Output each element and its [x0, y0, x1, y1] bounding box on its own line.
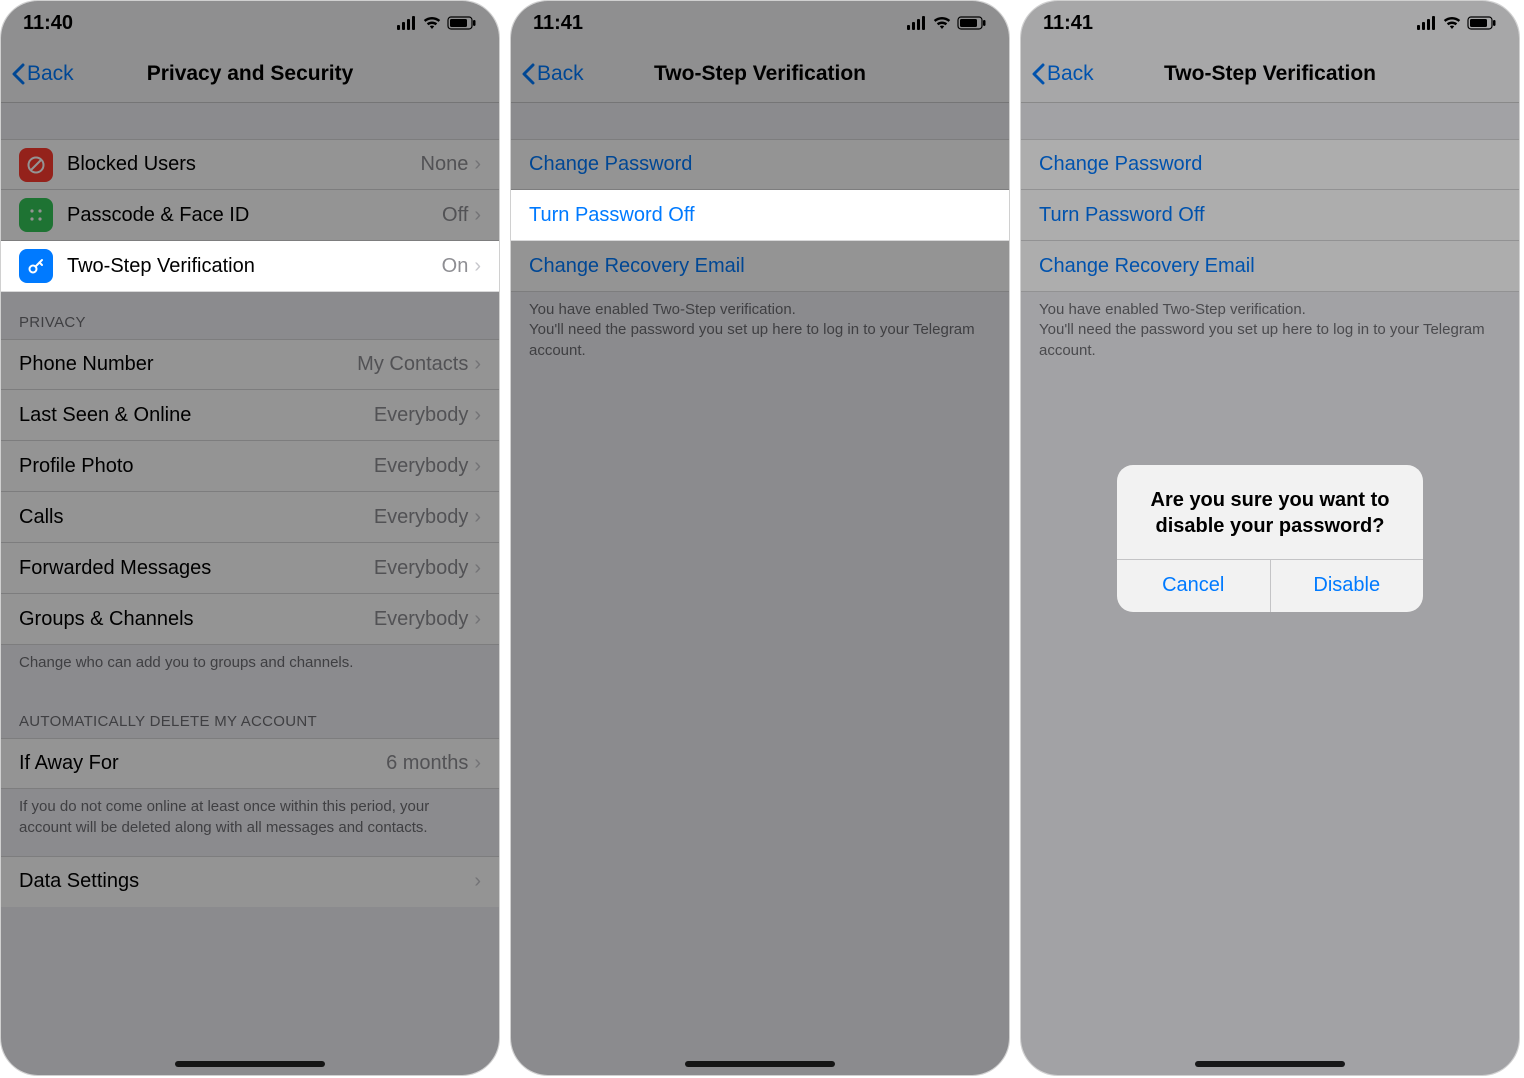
- row-data-settings[interactable]: Data Settings ›: [1, 856, 499, 907]
- row-last-seen[interactable]: Last Seen & Online Everybody ›: [1, 390, 499, 441]
- row-value: My Contacts: [357, 353, 468, 376]
- row-value: Off: [442, 204, 468, 227]
- section-footer-privacy: Change who can add you to groups and cha…: [1, 645, 499, 691]
- row-if-away-for[interactable]: If Away For 6 months ›: [1, 738, 499, 789]
- wifi-icon: [422, 16, 442, 30]
- status-time: 11:40: [23, 12, 73, 35]
- nav-bar: Back Two-Step Verification: [511, 45, 1009, 103]
- row-label: Blocked Users: [67, 153, 421, 176]
- status-bar: 11:41: [511, 1, 1009, 45]
- row-label: Data Settings: [19, 870, 474, 893]
- row-groups-channels[interactable]: Groups & Channels Everybody ›: [1, 594, 499, 645]
- alert-title: Are you sure you want to disable your pa…: [1117, 465, 1423, 559]
- row-value: Everybody: [374, 404, 469, 427]
- battery-icon: [447, 16, 477, 30]
- alert-backdrop: Are you sure you want to disable your pa…: [1021, 1, 1519, 1075]
- home-indicator[interactable]: [175, 1061, 325, 1067]
- back-button[interactable]: Back: [521, 45, 584, 102]
- cellular-icon: [907, 16, 927, 30]
- chevron-right-icon: ›: [474, 204, 481, 227]
- row-forwarded-messages[interactable]: Forwarded Messages Everybody ›: [1, 543, 499, 594]
- page-title: Two-Step Verification: [654, 62, 866, 86]
- battery-icon: [957, 16, 987, 30]
- row-label: Last Seen & Online: [19, 404, 374, 427]
- row-label: Turn Password Off: [529, 204, 991, 227]
- chevron-right-icon: ›: [474, 506, 481, 529]
- row-label: Passcode & Face ID: [67, 204, 442, 227]
- row-value: Everybody: [374, 455, 469, 478]
- key-icon: [19, 249, 53, 283]
- chevron-right-icon: ›: [474, 255, 481, 278]
- cellular-icon: [397, 16, 417, 30]
- row-label: Change Password: [529, 153, 991, 176]
- back-label: Back: [27, 62, 74, 86]
- row-value: 6 months: [386, 752, 468, 775]
- row-phone-number[interactable]: Phone Number My Contacts ›: [1, 339, 499, 390]
- home-indicator[interactable]: [685, 1061, 835, 1067]
- row-change-password[interactable]: Change Password: [511, 139, 1009, 190]
- row-label: Two-Step Verification: [67, 255, 442, 278]
- row-label: Change Recovery Email: [529, 255, 991, 278]
- row-label: Calls: [19, 506, 374, 529]
- back-button[interactable]: Back: [11, 45, 74, 102]
- disable-password-alert: Are you sure you want to disable your pa…: [1117, 465, 1423, 612]
- back-label: Back: [537, 62, 584, 86]
- screen-two-step-verification: 11:41 Back Two-Step Verification Change …: [510, 0, 1010, 1076]
- row-value: Everybody: [374, 506, 469, 529]
- status-time: 11:41: [533, 12, 583, 35]
- status-icons: [907, 16, 987, 30]
- screen-privacy-security: 11:40 Back Privacy and Security Blocked …: [0, 0, 500, 1076]
- row-profile-photo[interactable]: Profile Photo Everybody ›: [1, 441, 499, 492]
- screen-two-step-verification-confirm: 11:41 Back Two-Step Verification Change …: [1020, 0, 1520, 1076]
- row-turn-password-off[interactable]: Turn Password Off: [511, 190, 1009, 241]
- disable-button[interactable]: Disable: [1270, 560, 1424, 612]
- chevron-left-icon: [11, 63, 25, 85]
- row-passcode[interactable]: Passcode & Face ID Off ›: [1, 190, 499, 241]
- chevron-right-icon: ›: [474, 353, 481, 376]
- section-header-auto-delete: Automatically Delete My Account: [1, 691, 499, 738]
- row-value: None: [421, 153, 469, 176]
- chevron-right-icon: ›: [474, 455, 481, 478]
- passcode-icon: [19, 198, 53, 232]
- row-change-recovery-email[interactable]: Change Recovery Email: [511, 241, 1009, 292]
- row-value: Everybody: [374, 557, 469, 580]
- chevron-right-icon: ›: [474, 870, 481, 893]
- cancel-button[interactable]: Cancel: [1117, 560, 1270, 612]
- row-label: Forwarded Messages: [19, 557, 374, 580]
- row-label: Groups & Channels: [19, 608, 374, 631]
- page-title: Privacy and Security: [147, 62, 354, 86]
- nav-bar: Back Privacy and Security: [1, 45, 499, 103]
- row-calls[interactable]: Calls Everybody ›: [1, 492, 499, 543]
- row-label: Phone Number: [19, 353, 357, 376]
- chevron-right-icon: ›: [474, 404, 481, 427]
- section-footer-auto-delete: If you do not come online at least once …: [1, 789, 499, 856]
- row-label: Profile Photo: [19, 455, 374, 478]
- row-value: On: [442, 255, 469, 278]
- chevron-right-icon: ›: [474, 752, 481, 775]
- row-label: If Away For: [19, 752, 386, 775]
- chevron-left-icon: [521, 63, 535, 85]
- row-value: Everybody: [374, 608, 469, 631]
- section-footer-twostep: You have enabled Two-Step verification. …: [511, 292, 1009, 379]
- chevron-right-icon: ›: [474, 608, 481, 631]
- wifi-icon: [932, 16, 952, 30]
- status-bar: 11:40: [1, 1, 499, 45]
- chevron-right-icon: ›: [474, 153, 481, 176]
- row-blocked-users[interactable]: Blocked Users None ›: [1, 139, 499, 190]
- blocked-icon: [19, 148, 53, 182]
- chevron-right-icon: ›: [474, 557, 481, 580]
- section-header-privacy: Privacy: [1, 292, 499, 339]
- status-icons: [397, 16, 477, 30]
- row-two-step-verification[interactable]: Two-Step Verification On ›: [1, 241, 499, 292]
